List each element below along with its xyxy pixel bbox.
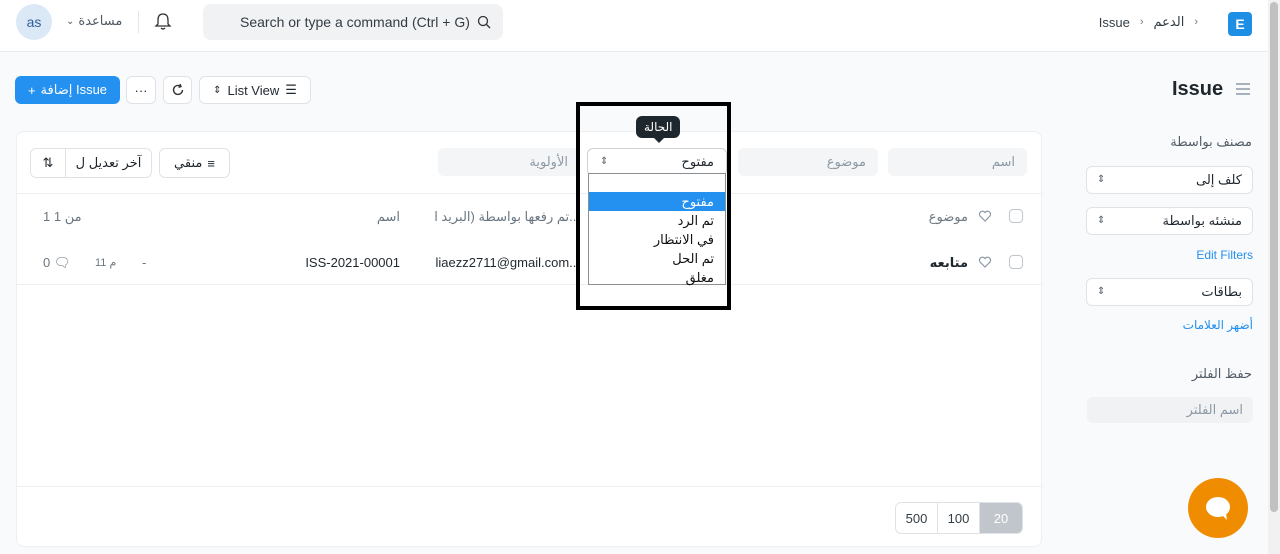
header-name: اسم [376, 209, 400, 224]
search-placeholder: Search or type a command (Ctrl + G) [240, 14, 470, 30]
list-view-button[interactable]: ⇕ List View ☰ [199, 76, 311, 104]
status-dropdown-list: مفتوح تم الرد في الانتظار تم الحل مغلق [588, 173, 726, 285]
refresh-icon [172, 83, 183, 96]
assigned-to-select[interactable]: ⇕ كلف إلى [1086, 166, 1253, 194]
page-size-500[interactable]: 500 [896, 503, 938, 533]
page-size-20[interactable]: 20 [980, 503, 1022, 533]
search-bar[interactable]: Search or type a command (Ctrl + G) [203, 4, 503, 40]
tags-select[interactable]: ⇕ بطاقات [1086, 278, 1253, 306]
save-filter-label: حفظ الفلتر [1191, 366, 1252, 381]
list-icon: ☰ [285, 82, 297, 97]
heart-icon[interactable] [978, 209, 992, 223]
sort-field-button[interactable]: آخر تعديل ل [66, 149, 151, 177]
more-button[interactable]: ··· [126, 76, 156, 104]
status-option-replied[interactable]: تم الرد [589, 211, 725, 230]
breadcrumb-support[interactable]: الدعم [1154, 14, 1185, 30]
status-option-open[interactable]: مفتوح [589, 192, 725, 211]
row-comments: 0 🗨 [43, 255, 70, 271]
search-icon [477, 15, 491, 29]
breadcrumb-issue[interactable]: Issue [1099, 15, 1130, 30]
page-scrollbar[interactable] [1268, 0, 1280, 554]
add-issue-button[interactable]: + إضافة Issue [15, 76, 120, 104]
plus-icon: + [27, 82, 36, 98]
subject-placeholder: موضوع [826, 154, 866, 169]
updown-icon: ⇕ [1097, 286, 1106, 297]
row-time: 11 م [95, 257, 117, 269]
created-by-label: منشئه بواسطة [1162, 213, 1242, 228]
row-divider [17, 284, 1043, 285]
sidebar-toggle-icon[interactable] [1235, 82, 1251, 96]
list-card: ⇅ آخر تعديل ل منقي ≡ الأولوية ⇕ مفتوح مو… [16, 116, 1043, 547]
row-name: ISS-2021-00001 [305, 255, 400, 270]
filter-label: منقي [174, 155, 203, 170]
row-checkbox[interactable] [1009, 255, 1023, 269]
comment-count: 0 [43, 255, 51, 270]
top-navbar: as ⌄ مساعدة Search or type a command (Ct… [0, 0, 1268, 52]
sort-control: ⇅ آخر تعديل ل [30, 148, 152, 178]
heart-icon[interactable] [978, 255, 992, 269]
chevron-icon: › [1139, 16, 1144, 28]
more-icon: ··· [134, 82, 148, 98]
filter-bar: ⇅ آخر تعديل ل منقي ≡ الأولوية ⇕ مفتوح مو… [17, 132, 1043, 194]
header-raised-by: تم رفعها بواسطة (البريد ا... [434, 209, 580, 224]
sidebar-group-by-label: مصنف بواسطة [1170, 134, 1252, 149]
filter-icon: ≡ [207, 155, 215, 171]
updown-icon: ⇕ [1097, 215, 1106, 226]
filter-name-input[interactable]: اسم الفلتر [1087, 397, 1253, 423]
list-view-label: List View [227, 82, 280, 98]
header-subject: موضوع [928, 209, 968, 224]
scrollbar-thumb[interactable] [1270, 2, 1278, 512]
navbar-divider [138, 11, 139, 33]
refresh-button[interactable] [163, 76, 192, 104]
edit-filters-link[interactable]: Edit Filters [1196, 248, 1253, 262]
table-row[interactable]: متابعه liaezz2711@gmail.com... ISS-2021-… [17, 240, 1043, 286]
name-filter[interactable]: اسم [888, 148, 1027, 176]
name-placeholder: اسم [991, 154, 1015, 169]
sort-label: آخر تعديل ل [75, 155, 142, 170]
filter-name-placeholder: اسم الفلتر [1186, 402, 1243, 417]
list-header: موضوع تم رفعها بواسطة (البريد ا... اسم 1… [17, 194, 1043, 240]
subject-filter[interactable]: موضوع [738, 148, 878, 176]
help-dropdown[interactable]: ⌄ مساعدة [66, 13, 122, 29]
row-dash: - [142, 255, 147, 270]
footer-divider [17, 486, 1043, 487]
select-all-checkbox[interactable] [1009, 209, 1023, 223]
chat-icon [1206, 497, 1230, 520]
breadcrumb: Issue › الدعم › [1099, 14, 1198, 30]
avatar[interactable]: as [16, 4, 52, 40]
tags-label: بطاقات [1201, 284, 1242, 299]
filter-button[interactable]: منقي ≡ [159, 148, 230, 178]
chat-button[interactable] [1188, 478, 1248, 538]
help-label: مساعدة [78, 13, 123, 28]
add-issue-label: إضافة Issue [40, 82, 108, 97]
status-option-closed[interactable]: مغلق [589, 268, 725, 287]
app-logo[interactable]: E [1228, 12, 1252, 36]
sort-icon: ⇅ [42, 155, 54, 170]
chevron-down-icon: ⌄ [66, 15, 75, 27]
show-tags-link[interactable]: أضهر العلامات [1183, 318, 1253, 332]
updown-icon: ⇕ [1097, 174, 1106, 185]
page-title: Issue [1172, 78, 1224, 100]
status-option-hold[interactable]: في الانتظار [589, 230, 725, 249]
chevron-icon: › [1194, 16, 1198, 28]
priority-filter[interactable]: الأولوية [438, 148, 580, 176]
status-option-empty[interactable] [589, 174, 725, 192]
updown-icon: ⇕ [213, 84, 222, 96]
page-length-selector: 500 100 20 [895, 502, 1023, 534]
created-by-select[interactable]: ⇕ منشئه بواسطة [1086, 207, 1253, 235]
status-option-resolved[interactable]: تم الحل [589, 249, 725, 268]
row-raised-by: liaezz2711@gmail.com... [435, 255, 580, 270]
priority-placeholder: الأولوية [529, 154, 568, 169]
row-subject[interactable]: متابعه [930, 255, 968, 271]
result-count: 1 من 1 [43, 209, 82, 224]
assigned-to-label: كلف إلى [1196, 172, 1242, 187]
page-size-100[interactable]: 100 [938, 503, 980, 533]
sort-direction-button[interactable]: ⇅ [31, 149, 66, 177]
comment-icon: 🗨 [53, 255, 71, 270]
bell-icon[interactable] [153, 12, 173, 32]
